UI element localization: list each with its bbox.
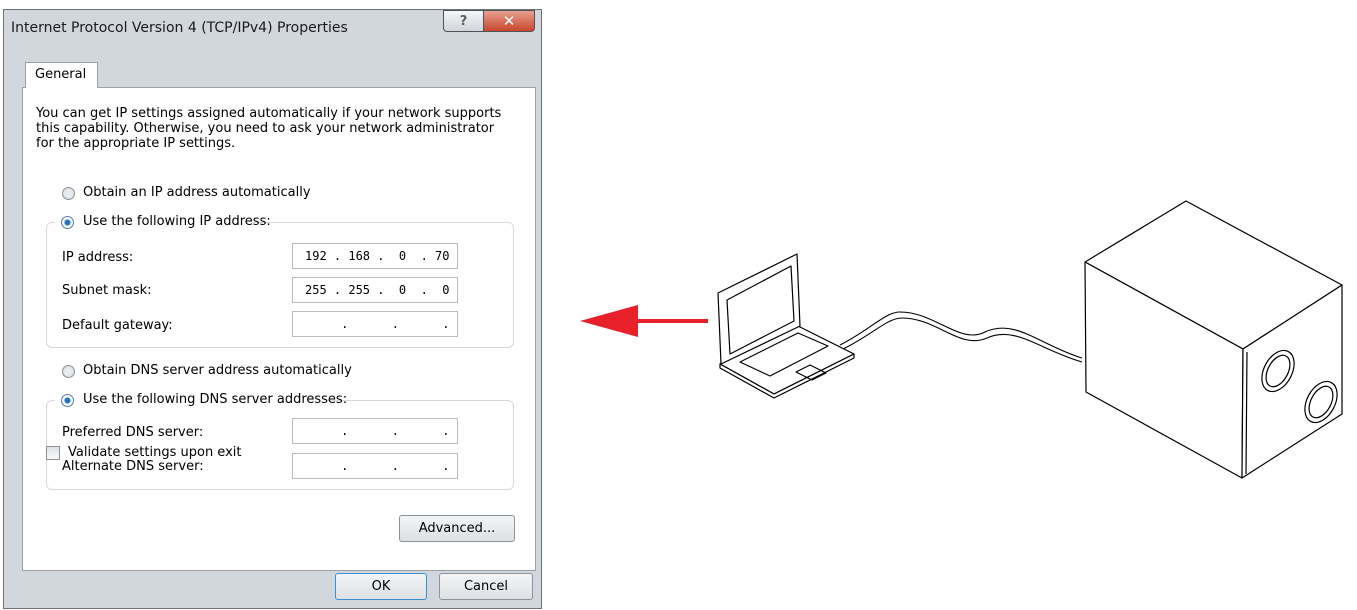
red-arrow-icon bbox=[580, 305, 708, 337]
tab-general-label: General bbox=[35, 67, 87, 82]
camera-box-icon bbox=[1084, 200, 1343, 479]
tab-general[interactable]: General bbox=[25, 62, 98, 88]
illustration bbox=[580, 200, 1343, 479]
cable-icon bbox=[839, 311, 1083, 363]
laptop-icon bbox=[717, 253, 855, 399]
